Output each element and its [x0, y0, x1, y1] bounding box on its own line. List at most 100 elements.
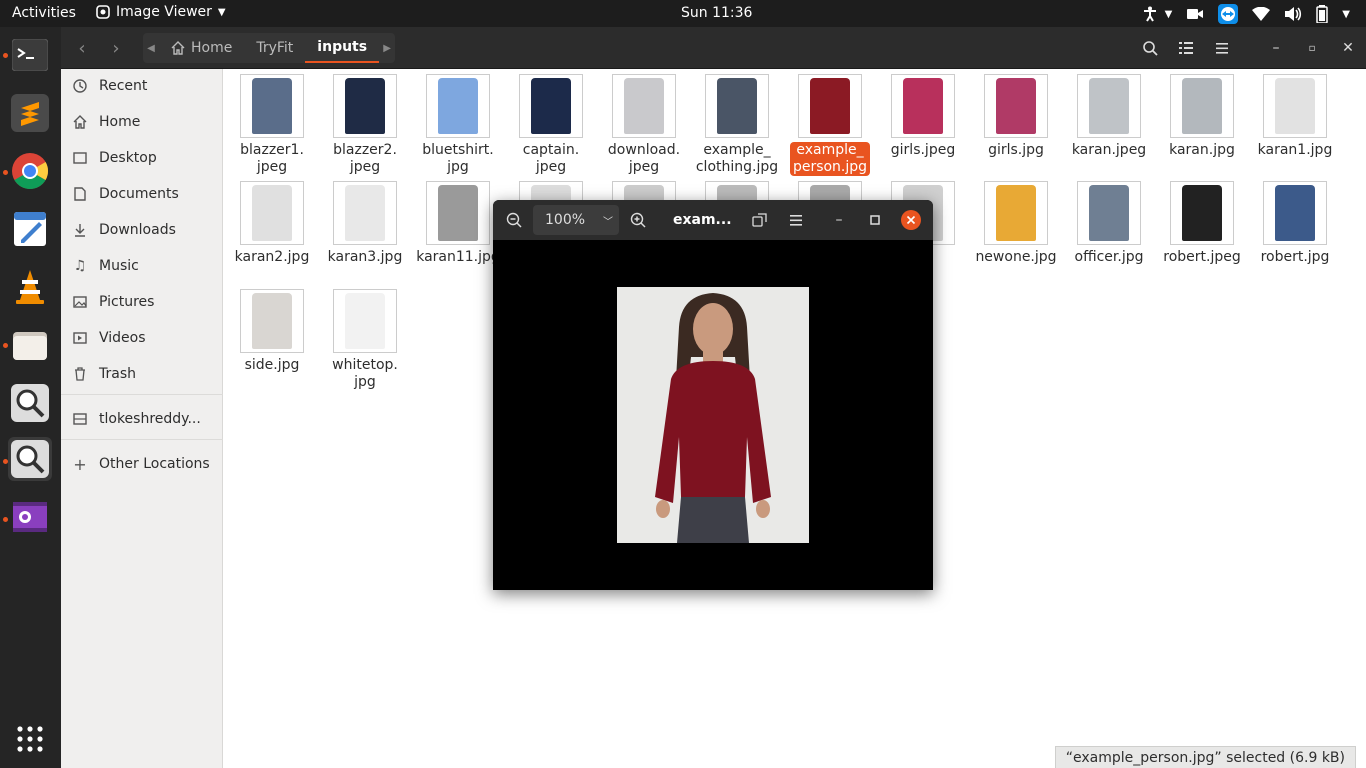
chevron-down-icon: ﹀ — [603, 216, 614, 228]
path-inputs[interactable]: inputs — [305, 33, 380, 63]
clock[interactable]: Sun 11:36 — [681, 5, 752, 21]
zoom-in-button[interactable] — [623, 205, 653, 235]
sidebar-item-other-locations[interactable]: + Other Locations — [61, 448, 223, 480]
file-item[interactable]: karan2.jpg — [226, 181, 318, 266]
file-thumbnail — [333, 289, 397, 353]
file-item[interactable]: karan.jpg — [1156, 74, 1248, 159]
thumbnail-image — [252, 185, 292, 241]
back-button[interactable]: ‹ — [67, 33, 97, 63]
sidebar-item-pictures[interactable]: Pictures — [61, 286, 223, 318]
path-scroll-left[interactable]: ◀ — [143, 43, 159, 54]
thumbnail-image — [624, 78, 664, 134]
thumbnail-image — [252, 293, 292, 349]
video-player-icon[interactable] — [8, 495, 52, 539]
file-item[interactable]: officer.jpg — [1063, 181, 1155, 266]
files-icon[interactable] — [8, 323, 52, 367]
file-item[interactable]: karan.jpeg — [1063, 74, 1155, 159]
chrome-icon[interactable] — [8, 149, 52, 193]
file-item[interactable]: example_ person.jpg — [784, 74, 876, 176]
thumbnail-image — [1275, 185, 1315, 241]
file-item[interactable]: download. jpeg — [598, 74, 690, 176]
path-home[interactable]: Home — [159, 33, 244, 63]
volume-icon[interactable] — [1284, 6, 1302, 22]
viewer-menu-button[interactable] — [781, 205, 811, 235]
menu-button[interactable] — [1204, 33, 1240, 63]
forward-button[interactable]: › — [101, 33, 131, 63]
vlc-icon[interactable] — [8, 265, 52, 309]
file-name: newone.jpg — [975, 249, 1057, 265]
file-thumbnail — [519, 74, 583, 138]
image-viewer-active-icon[interactable] — [8, 437, 52, 481]
sidebar-item-recent[interactable]: Recent — [61, 70, 223, 102]
sidebar-item-label: Documents — [99, 186, 179, 202]
hamburger-icon — [1216, 42, 1228, 54]
file-item[interactable]: robert.jpg — [1249, 181, 1341, 266]
chevron-down-icon[interactable]: ▼ — [1342, 9, 1350, 20]
show-apps-icon[interactable] — [8, 717, 52, 761]
path-tryfit[interactable]: TryFit — [244, 33, 305, 63]
file-name: robert.jpg — [1260, 249, 1330, 265]
text-editor-icon[interactable] — [8, 207, 52, 251]
sublime-text-icon[interactable] — [8, 91, 52, 135]
sidebar-item-desktop[interactable]: Desktop — [61, 142, 223, 174]
sidebar-item-music[interactable]: ♫ Music — [61, 250, 223, 282]
battery-icon[interactable] — [1316, 5, 1329, 23]
path-scroll-right[interactable]: ▶ — [379, 43, 395, 54]
file-item[interactable]: karan1.jpg — [1249, 74, 1341, 159]
accessibility-icon[interactable]: ▼ — [1143, 6, 1172, 22]
sidebar-item-videos[interactable]: Videos — [61, 322, 223, 354]
terminal-icon[interactable] — [8, 33, 52, 77]
thumbnail-image — [1089, 185, 1129, 241]
file-thumbnail — [1263, 74, 1327, 138]
file-item[interactable]: blazzer1. jpeg — [226, 74, 318, 176]
sidebar-item-drive[interactable]: tlokeshreddy... — [61, 403, 223, 435]
file-name: whitetop. jpg — [332, 357, 398, 390]
file-name: girls.jpg — [988, 142, 1044, 158]
file-item[interactable]: robert.jpeg — [1156, 181, 1248, 266]
zoom-out-icon — [506, 212, 522, 228]
file-name: karan11.jpg — [416, 249, 500, 265]
home-icon — [171, 41, 185, 55]
file-item[interactable]: girls.jpeg — [877, 74, 969, 159]
sidebar-item-label: tlokeshreddy... — [99, 411, 201, 427]
file-item[interactable]: karan11.jpg — [412, 181, 504, 266]
view-list-button[interactable] — [1168, 33, 1204, 63]
maximize-button[interactable]: ▫ — [1294, 33, 1330, 63]
file-item[interactable]: bluetshirt. jpg — [412, 74, 504, 176]
search-icon — [1142, 40, 1158, 56]
file-item[interactable]: girls.jpg — [970, 74, 1062, 159]
minimize-button[interactable]: – — [1258, 33, 1294, 63]
file-item[interactable]: whitetop. jpg — [319, 289, 411, 391]
file-item[interactable]: blazzer2. jpeg — [319, 74, 411, 176]
rotate-button[interactable] — [745, 205, 775, 235]
viewer-close-button[interactable] — [896, 205, 926, 235]
close-button[interactable]: ✕ — [1330, 33, 1366, 63]
file-thumbnail — [426, 181, 490, 245]
activities-button[interactable]: Activities — [12, 5, 76, 21]
hamburger-icon — [790, 214, 802, 226]
sidebar-item-documents[interactable]: Documents — [61, 178, 223, 210]
system-tray[interactable]: ▼ ▼ — [1143, 4, 1350, 24]
sidebar: Recent Home Desktop Documents Downloads … — [61, 69, 223, 768]
wifi-icon[interactable] — [1252, 7, 1271, 21]
file-item[interactable]: example_ clothing.jpg — [691, 74, 783, 176]
zoom-out-button[interactable] — [499, 205, 529, 235]
file-thumbnail — [240, 74, 304, 138]
viewer-maximize-button[interactable] — [860, 205, 890, 235]
file-item[interactable]: newone.jpg — [970, 181, 1062, 266]
sidebar-item-trash[interactable]: Trash — [61, 358, 223, 390]
file-item[interactable]: karan3.jpg — [319, 181, 411, 266]
search-button[interactable] — [1132, 33, 1168, 63]
sidebar-item-home[interactable]: Home — [61, 106, 223, 138]
file-item[interactable]: side.jpg — [226, 289, 318, 374]
sidebar-item-downloads[interactable]: Downloads — [61, 214, 223, 246]
camera-icon[interactable] — [1186, 7, 1204, 21]
app-menu[interactable]: Image Viewer ▼ — [96, 4, 226, 20]
viewer-minimize-button[interactable]: – — [824, 205, 854, 235]
file-item[interactable]: captain. jpeg — [505, 74, 597, 176]
thumbnail-image — [438, 185, 478, 241]
image-viewer-icon[interactable] — [8, 381, 52, 425]
zoom-select[interactable]: 100% ﹀ — [533, 205, 619, 235]
teamviewer-icon[interactable] — [1218, 4, 1239, 24]
sidebar-item-label: Other Locations — [99, 456, 210, 472]
